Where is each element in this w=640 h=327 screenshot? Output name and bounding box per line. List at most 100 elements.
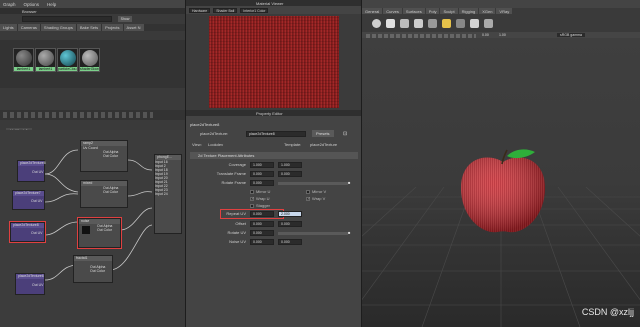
node-title: place2dTexture6 [16, 274, 44, 279]
rotate-uv-row: Rotate UV 0.000 ■ [186, 230, 361, 237]
node-name-field[interactable]: place2dTexture8 [246, 131, 306, 137]
show-button[interactable]: Show [118, 16, 132, 22]
shelf-tab-surfaces[interactable]: Surfaces [402, 8, 425, 14]
shelf-tab-general[interactable]: General [362, 8, 383, 14]
camera-icon[interactable] [456, 18, 465, 28]
node-title: place2dTexture8 [18, 161, 46, 166]
hypershade-panel: Graph Options Help Browser Show Lights C… [0, 0, 185, 327]
shelf-tab-vray[interactable]: VRay [496, 8, 513, 14]
shape-dropdown[interactable]: Shader Ball [213, 7, 238, 13]
renderer-dropdown[interactable]: Hardware [189, 7, 211, 13]
tab-bake-sets[interactable]: Bake Sets [76, 24, 102, 31]
wrap-v-checkbox[interactable] [306, 196, 310, 201]
gamma-field[interactable]: 1.00 [499, 33, 506, 37]
csdn-watermark: CSDN @xzljj [581, 307, 634, 317]
tab-lights[interactable]: Lights [0, 24, 17, 31]
tab-projects[interactable]: Projects [102, 24, 123, 31]
node-noise[interactable]: noise Out Alpha Out Color [77, 217, 122, 249]
template-label: Template: [284, 142, 302, 147]
teapot-icon[interactable] [470, 18, 479, 28]
translate-label: Translate Frame [216, 171, 246, 176]
cube-icon[interactable] [386, 18, 395, 28]
coverage-v-field[interactable]: 1.000 [278, 162, 302, 168]
mirror-v-checkbox[interactable] [306, 190, 310, 194]
tab-shading-groups[interactable]: Shading Groups [40, 24, 76, 31]
translate-v-field[interactable]: 0.000 [278, 171, 302, 177]
graph-toolbar-icons[interactable] [3, 112, 153, 118]
node-place2dtexture-c[interactable]: place2dTexture6 Out UV [15, 273, 45, 295]
node-phong[interactable]: phongE... Input 16 Input 2 Input 18 Inpu… [154, 154, 182, 234]
mirror-u-checkbox[interactable] [250, 190, 254, 194]
shelf-tab-rigging[interactable]: Rigging [458, 8, 479, 14]
swatch-ball [59, 50, 76, 66]
noise-u-field[interactable]: 0.000 [250, 239, 274, 245]
cone-icon[interactable] [414, 18, 423, 28]
node-place2dtexture-b[interactable]: place2dTexture7 Out UV [12, 190, 45, 210]
stagger-checkbox[interactable] [250, 204, 254, 208]
offset-u-field[interactable]: 0.000 [250, 221, 274, 227]
menu-help[interactable]: Help [47, 2, 56, 7]
focus-icon[interactable]: ⊡ [343, 131, 347, 137]
repeat-v-field[interactable]: 2.000 [278, 211, 302, 217]
coverage-row: Coverage 1.000 1.000 [186, 162, 361, 169]
apple-model[interactable] [457, 148, 549, 236]
rotate-uv-slider[interactable] [278, 232, 348, 235]
material-viewer-toolbar: Hardware Shader Ball Interior1 Color [186, 6, 361, 14]
plane-icon[interactable] [428, 18, 437, 28]
node-place2dtexture-selected[interactable]: place2dTexture8 Out UV [9, 221, 46, 243]
environment-dropdown[interactable]: Interior1 Color [240, 7, 269, 13]
swatch-label: particleClou... [58, 67, 77, 71]
material-preview [209, 16, 339, 108]
noise-v-field[interactable]: 0.000 [278, 239, 302, 245]
repeat-uv-label: Repeat UV [226, 211, 246, 216]
viewport-scene[interactable] [261, 38, 640, 327]
swatch-particle-cloud[interactable]: particleClou... [57, 48, 78, 72]
swatch-ball [37, 50, 54, 66]
rotate-frame-field[interactable]: 0.000 [250, 180, 274, 186]
section-header[interactable]: 2d Texture Placement Attributes [190, 152, 358, 159]
node-port: Out UV [31, 199, 43, 203]
node-tab[interactable]: place2dTexture8 [190, 122, 219, 127]
node-graph[interactable]: place2dTexture8 Out UV ramp2 Uv Coord Ou… [0, 130, 185, 327]
wrap-v-label: Wrap V [312, 196, 326, 201]
stagger-label: Stagger [256, 203, 271, 208]
map-icon[interactable]: ■ [348, 230, 350, 235]
cloud-icon[interactable] [484, 18, 493, 28]
color-space-dropdown[interactable]: sRGB gamma [557, 33, 585, 37]
browser-search-input[interactable] [22, 16, 112, 22]
view-value[interactable]: Lookdev [208, 142, 223, 147]
shelf-tab-poly[interactable]: Poly [425, 8, 440, 14]
offset-v-field[interactable]: 0.000 [278, 221, 302, 227]
wrap-u-checkbox[interactable] [250, 196, 254, 201]
tab-cameras[interactable]: Cameras [17, 24, 40, 31]
node-port: Out Color [90, 269, 105, 273]
shelf-tab-sculpt[interactable]: Sculpt [440, 8, 458, 14]
cylinder-icon[interactable] [400, 18, 409, 28]
swatch-lambert1[interactable]: lambert1 [13, 48, 34, 72]
sphere-icon[interactable] [372, 18, 381, 28]
view-row: View: Lookdev Template: place2dTexture [186, 142, 361, 149]
light-icon[interactable] [442, 18, 451, 28]
translate-u-field[interactable]: 0.000 [250, 171, 274, 177]
menu-options[interactable]: Options [24, 2, 40, 7]
swatch-lambert1b[interactable]: lambert1 [35, 48, 56, 72]
node-title: fractal1 [74, 256, 112, 261]
node-mixed[interactable]: mixed Out Alpha Out Color [80, 180, 128, 208]
swatch-shader-glow[interactable]: shaderGlow1 [79, 48, 100, 72]
presets-button[interactable]: Presets [312, 130, 334, 137]
node-ramp[interactable]: ramp2 Uv Coord Out Alpha Out Color [80, 140, 128, 172]
node-place2dtexture-a[interactable]: place2dTexture8 Out UV [17, 160, 46, 182]
template-value[interactable]: place2dTexture [310, 142, 337, 147]
map-icon[interactable]: ■ [348, 180, 350, 185]
exposure-field[interactable]: 0.00 [482, 33, 489, 37]
rotate-uv-field[interactable]: 0.000 [250, 230, 274, 236]
tab-asset[interactable]: Asset N [123, 24, 144, 31]
shelf-tab-xgen[interactable]: XGen [479, 8, 496, 14]
repeat-u-field[interactable]: 0.000 [250, 211, 274, 217]
node-fractal[interactable]: fractal1 Out Alpha Out Color [73, 255, 113, 283]
coverage-u-field[interactable]: 1.000 [250, 162, 274, 168]
menu-graph[interactable]: Graph [3, 2, 16, 7]
rotate-frame-slider[interactable] [278, 182, 348, 185]
node-name-row: place2dTexture: place2dTexture8 Presets … [186, 130, 361, 138]
shelf-tab-curves[interactable]: Curves [383, 8, 402, 14]
